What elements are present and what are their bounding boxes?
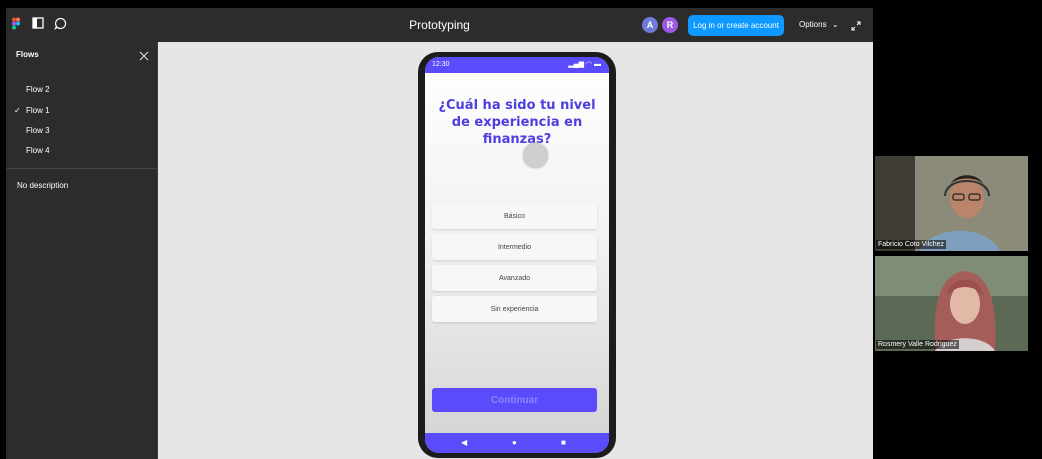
status-bar: 12:30 ▂▄▆ ◠ ▬ (425, 57, 609, 73)
participant-name: Fabricio Coto Vilchez (876, 240, 947, 249)
flow-description: No description (17, 181, 69, 190)
flow-item[interactable]: Flow 3 (6, 122, 158, 140)
flow-item[interactable]: Flow 4 (6, 142, 158, 160)
avatar[interactable]: R (662, 17, 678, 33)
screen-root: Prototyping A R Log in or create account… (0, 0, 1042, 459)
panel-toggle-icon[interactable] (32, 17, 44, 29)
figma-prototype-window: Prototyping A R Log in or create account… (6, 8, 873, 459)
flow-item-label: Flow 4 (26, 146, 50, 155)
status-time: 12:30 (432, 61, 450, 68)
expand-icon[interactable] (851, 18, 861, 31)
phone-screen: 12:30 ▂▄▆ ◠ ▬ ¿Cuál ha sido tu nivel de … (425, 57, 609, 453)
participant-video-image (875, 156, 1028, 251)
video-tile[interactable]: Fabricio Coto Vilchez (875, 156, 1028, 251)
back-triangle-icon[interactable]: ◀ (461, 438, 467, 447)
comment-icon[interactable] (54, 17, 67, 30)
flow-item-label: Flow 2 (26, 85, 50, 94)
answer-option-sin-experiencia[interactable]: Sin experiencia (432, 296, 597, 322)
avatar[interactable]: A (642, 17, 658, 33)
chevron-down-icon: ⌄ (831, 20, 839, 29)
continue-button[interactable]: Continuar (432, 388, 597, 412)
flow-item-label: Flow 3 (26, 126, 50, 135)
loading-circle-icon (523, 143, 548, 168)
checkmark-icon: ✓ (14, 106, 21, 115)
sidebar-title: Flows (16, 50, 39, 59)
flow-item[interactable]: Flow 2 (6, 81, 158, 99)
options-label: Options (799, 20, 827, 29)
avatar-initial: R (666, 20, 674, 30)
sidebar-header: Flows (6, 42, 158, 66)
flows-sidebar: Flows Flow 2 ✓ Flow 1 Flow 3 Flow 4 No de… (6, 42, 158, 459)
top-toolbar: Prototyping A R Log in or create account… (6, 8, 873, 42)
close-icon[interactable] (139, 48, 149, 61)
options-menu-button[interactable]: Options ⌄ (799, 20, 839, 29)
question-heading: ¿Cuál ha sido tu nivel de experiencia en… (438, 98, 596, 147)
participant-name: Rosmery Valle Rodriguez (876, 340, 959, 349)
participant-video-image (875, 256, 1028, 351)
login-button[interactable]: Log in or create account (688, 15, 784, 36)
home-circle-icon[interactable]: ● (512, 438, 517, 447)
phone-frame: 12:30 ▂▄▆ ◠ ▬ ¿Cuál ha sido tu nivel de … (418, 52, 616, 458)
figma-logo-icon[interactable] (12, 17, 20, 30)
answer-option-avanzado[interactable]: Avanzado (432, 265, 597, 291)
answer-option-basico[interactable]: Básico (432, 203, 597, 229)
recents-square-icon[interactable]: ■ (561, 438, 566, 447)
video-tile[interactable]: Rosmery Valle Rodriguez (875, 256, 1028, 351)
avatar-initial: A (646, 20, 654, 30)
answer-option-intermedio[interactable]: Intermedio (432, 234, 597, 260)
android-nav-bar: ◀ ● ■ (425, 433, 609, 453)
divider (6, 168, 158, 169)
flow-item-label: Flow 1 (26, 106, 50, 115)
signal-wifi-battery-icon: ▂▄▆ ◠ ▬ (568, 61, 601, 68)
flow-item[interactable]: ✓ Flow 1 (6, 102, 158, 120)
